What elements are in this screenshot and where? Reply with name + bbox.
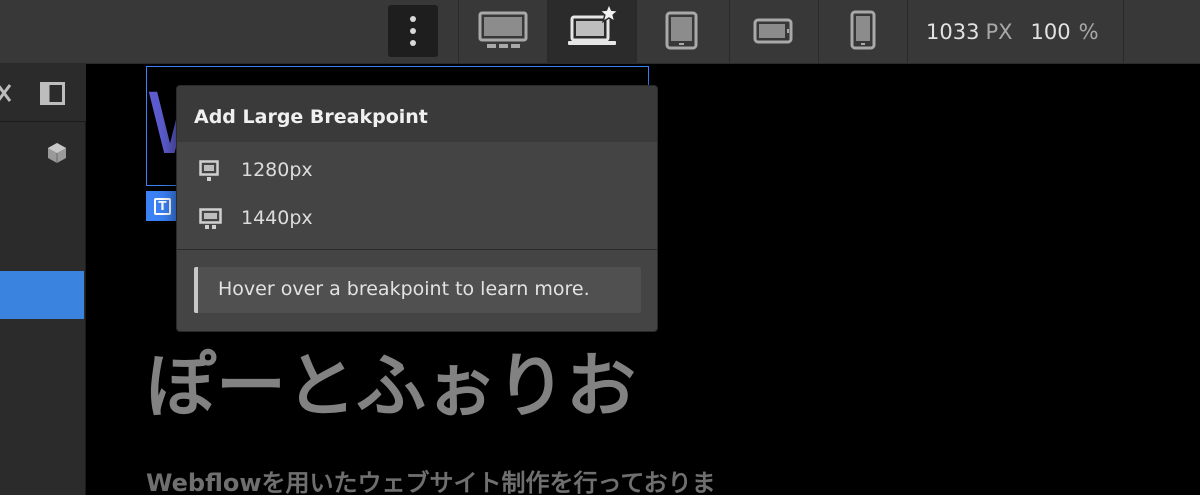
tablet-icon: [665, 11, 698, 50]
breakpoint-large-desktop-button[interactable]: [548, 0, 636, 64]
breakpoint-option-label: 1440px: [241, 207, 313, 229]
desktop-icon: [478, 11, 528, 48]
text-element-icon: T: [154, 198, 171, 215]
popover-divider: [177, 249, 657, 250]
breakpoint-desktop-button[interactable]: [459, 0, 547, 64]
selected-element-badge[interactable]: T: [146, 191, 178, 221]
hero-subtitle[interactable]: Webflowを用いたウェブサイト制作を行っておりま: [146, 466, 716, 495]
canvas-width-unit: PX: [985, 20, 1013, 44]
more-vertical-icon: [410, 16, 416, 22]
phone-portrait-icon: [850, 10, 876, 50]
navigator-panel: [0, 64, 86, 495]
phone-landscape-icon: [753, 18, 793, 44]
breakpoint-tablet-button[interactable]: [637, 0, 725, 64]
close-icon[interactable]: [0, 82, 16, 104]
canvas-width-value: 1033: [926, 20, 980, 44]
canvas-size-readout[interactable]: 1033 PX 100%: [926, 20, 1099, 44]
monitor-wide-icon: [199, 208, 222, 229]
monitor-icon: [199, 160, 219, 181]
zoom-value: 100: [1030, 20, 1071, 44]
zoom-unit: %: [1078, 20, 1099, 44]
hero-title[interactable]: ぽーとふぉりお: [146, 344, 636, 428]
popover-hint-text: Hover over a breakpoint to learn more.: [218, 278, 590, 300]
breakpoint-mobile-portrait-button[interactable]: [819, 0, 907, 64]
add-breakpoint-popover: Add Large Breakpoint 1280px 1440px Hover…: [176, 85, 658, 332]
top-toolbar: 1033 PX 100%: [0, 0, 1200, 64]
laptop-star-icon: [568, 2, 621, 45]
cube-icon: [48, 143, 66, 163]
panel-dock-icon[interactable]: [40, 82, 66, 106]
breakpoint-option-1280[interactable]: 1280px: [177, 148, 657, 194]
navigator-selected-row[interactable]: [0, 271, 84, 319]
more-options-button[interactable]: [388, 5, 438, 57]
breakpoint-mobile-landscape-button[interactable]: [730, 0, 818, 64]
popover-header: Add Large Breakpoint: [177, 86, 657, 142]
breakpoint-option-label: 1280px: [241, 159, 313, 181]
popover-title: Add Large Breakpoint: [194, 106, 428, 128]
navigator-panel-header: [0, 64, 86, 122]
popover-hint: Hover over a breakpoint to learn more.: [194, 267, 641, 313]
breakpoint-option-1440[interactable]: 1440px: [177, 196, 657, 242]
